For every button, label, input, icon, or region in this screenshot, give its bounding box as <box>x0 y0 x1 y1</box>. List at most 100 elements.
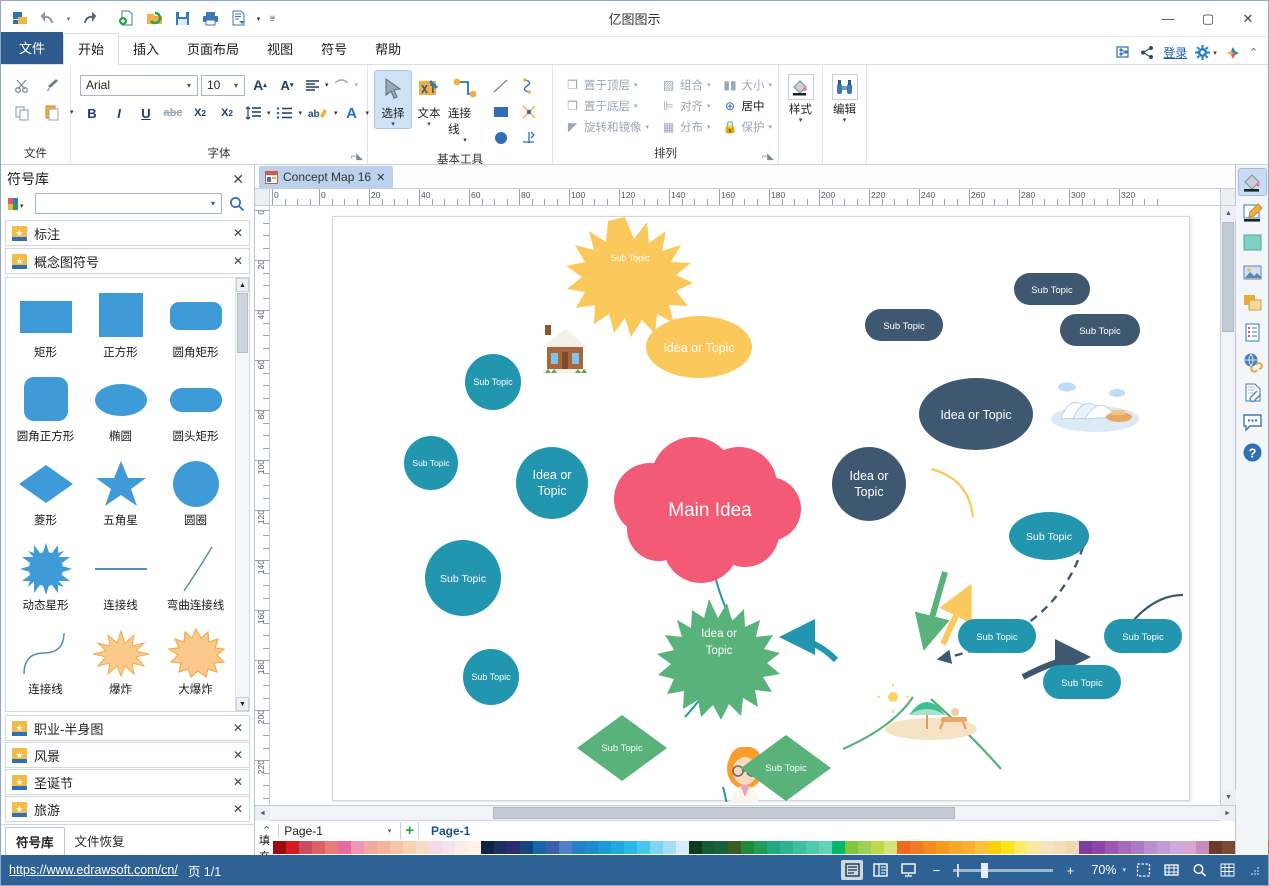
apps-icon[interactable] <box>1225 45 1241 61</box>
library-header-scenery[interactable]: ★ 风景 ✕ <box>5 742 250 768</box>
horizontal-ruler[interactable]: 0 0 20 40 60 80 100 120 140 160 180 200 220 240 260 280… <box>255 189 1235 206</box>
share-icon[interactable] <box>1140 45 1155 60</box>
color-swatch[interactable] <box>559 841 572 854</box>
color-swatch[interactable] <box>962 841 975 854</box>
line-spacing-icon[interactable] <box>242 102 264 124</box>
cut-icon[interactable] <box>10 75 34 97</box>
fit-width-icon[interactable] <box>1160 860 1182 880</box>
h-scroll-thumb[interactable] <box>493 807 955 819</box>
color-swatch[interactable] <box>910 841 923 854</box>
color-swatch[interactable] <box>702 841 715 854</box>
menu-tab-file[interactable]: 文件 <box>1 32 64 64</box>
paste-icon[interactable] <box>40 101 64 123</box>
layers-icon[interactable] <box>1239 289 1266 315</box>
open-icon[interactable] <box>141 6 167 32</box>
color-swatch[interactable] <box>897 841 910 854</box>
attachment-icon[interactable] <box>1239 379 1266 405</box>
group-button[interactable]: ▨ 组合 ▾ <box>658 75 714 95</box>
rotate-mirror-button[interactable]: ◤ 旋转和镜像 ▾ <box>562 117 652 137</box>
maximize-button[interactable]: ▢ <box>1188 2 1228 36</box>
resize-grip-icon[interactable] <box>1248 864 1260 876</box>
color-swatch[interactable] <box>507 841 520 854</box>
font-color-icon[interactable]: A <box>341 102 363 124</box>
ellipse-shape-icon[interactable] <box>487 125 515 151</box>
zoom-region-icon[interactable] <box>1188 860 1210 880</box>
comment-icon[interactable] <box>1239 409 1266 435</box>
pencil-shape-icon[interactable] <box>515 125 543 151</box>
node-green-idea[interactable]: Idea or Topic <box>657 599 780 720</box>
vertical-ruler[interactable]: 0 20 40 60 80 100 120 140 160 180 200 220 <box>255 206 270 805</box>
text-align-icon[interactable] <box>302 74 322 96</box>
color-swatch[interactable] <box>637 841 650 854</box>
curve-text-icon[interactable]: ⌒ <box>332 74 352 96</box>
color-swatch[interactable] <box>650 841 663 854</box>
color-swatch[interactable] <box>338 841 351 854</box>
list-icon[interactable] <box>1239 319 1266 345</box>
size-caret-icon[interactable]: ▾ <box>769 81 773 89</box>
color-swatch[interactable] <box>520 841 533 854</box>
minimize-button[interactable]: — <box>1148 2 1188 36</box>
curve-text-dropdown-icon[interactable]: ▾ <box>355 81 359 89</box>
split-view-icon[interactable] <box>869 860 891 880</box>
library-close-icon[interactable]: ✕ <box>233 254 243 268</box>
shape-fill-icon[interactable] <box>1239 229 1266 255</box>
align-button[interactable]: ⊫ 对齐 ▾ <box>658 96 714 116</box>
line-pencil-icon[interactable] <box>1239 199 1266 225</box>
library-chooser-icon[interactable]: ▾ <box>7 194 31 214</box>
shape-item-curve[interactable]: 弯曲连接线 <box>158 537 233 621</box>
color-swatch[interactable] <box>1105 841 1118 854</box>
arrange-dialog-launcher-icon[interactable]: ⌐◣ <box>762 151 774 162</box>
format-painter-icon[interactable] <box>40 75 64 97</box>
node-teal-idea-left[interactable]: Idea or Topic <box>516 447 588 519</box>
center-button[interactable]: ⊕ 居中 <box>720 96 776 116</box>
zoom-slider[interactable] <box>953 862 1054 878</box>
library-close-icon[interactable]: ✕ <box>233 748 243 762</box>
color-swatches[interactable] <box>273 841 1269 854</box>
presentation-view-icon[interactable] <box>897 860 919 880</box>
color-swatch[interactable] <box>871 841 884 854</box>
color-swatch[interactable] <box>455 841 468 854</box>
current-page-tab[interactable]: Page-1 <box>423 824 470 838</box>
shape-item-big-explosion[interactable]: 大爆炸 <box>158 621 233 705</box>
page-selector-dropdown-icon[interactable]: ▾ <box>388 827 397 835</box>
node-navy-idea-right[interactable]: Idea or Topic <box>919 378 1033 450</box>
style-button[interactable]: 样式 ▾ <box>784 71 817 124</box>
grid-toggle-icon[interactable] <box>1216 860 1238 880</box>
shape-item-square[interactable]: 正方形 <box>83 284 158 368</box>
color-swatch[interactable] <box>1092 841 1105 854</box>
menu-tab-home[interactable]: 开始 <box>63 33 120 65</box>
library-header-concept-map[interactable]: ★ 概念图符号 ✕ <box>5 248 250 274</box>
color-swatch[interactable] <box>429 841 442 854</box>
color-swatch[interactable] <box>468 841 481 854</box>
color-swatch[interactable] <box>1053 841 1066 854</box>
node-navy-idea-mid[interactable]: Idea or Topic <box>832 447 906 521</box>
color-swatch[interactable] <box>988 841 1001 854</box>
color-swatch[interactable] <box>1118 841 1131 854</box>
library-header-annotation[interactable]: ★ 标注 ✕ <box>5 220 250 246</box>
underline-icon[interactable]: U <box>134 102 158 124</box>
color-swatch[interactable] <box>663 841 676 854</box>
library-header-christmas[interactable]: ★ 圣诞节 ✕ <box>5 769 250 795</box>
library-close-icon[interactable]: ✕ <box>233 226 243 240</box>
bring-to-front-button[interactable]: ❐ 置于顶层 ▾ <box>562 75 652 95</box>
color-swatch[interactable] <box>728 841 741 854</box>
color-swatch[interactable] <box>754 841 767 854</box>
menu-tab-insert[interactable]: 插入 <box>119 34 173 64</box>
scroll-down-icon[interactable]: ▼ <box>1221 790 1236 805</box>
library-header-career[interactable]: ★ 职业-半身图 ✕ <box>5 715 250 741</box>
hyperlink-icon[interactable] <box>1239 349 1266 375</box>
distribute-caret-icon[interactable]: ▾ <box>707 123 711 131</box>
size-button[interactable]: ▮▮ 大小 ▾ <box>720 75 776 95</box>
color-swatch[interactable] <box>949 841 962 854</box>
panel-tab-symbol-library[interactable]: 符号库 <box>5 827 65 855</box>
curve-shape-icon[interactable] <box>515 73 543 99</box>
rotate-mirror-caret-icon[interactable]: ▾ <box>646 123 650 131</box>
text-tool-caret-icon[interactable]: ▾ <box>427 120 431 128</box>
color-swatch[interactable] <box>364 841 377 854</box>
color-swatch[interactable] <box>1183 841 1196 854</box>
zoom-dropdown-icon[interactable]: ▾ <box>1122 866 1126 874</box>
library-header-travel[interactable]: ★ 旅游 ✕ <box>5 796 250 822</box>
undo-dropdown-icon[interactable]: ▾ <box>63 6 74 32</box>
gear-dropdown-icon[interactable]: ▾ <box>1213 49 1217 57</box>
fit-page-icon[interactable] <box>1132 860 1154 880</box>
